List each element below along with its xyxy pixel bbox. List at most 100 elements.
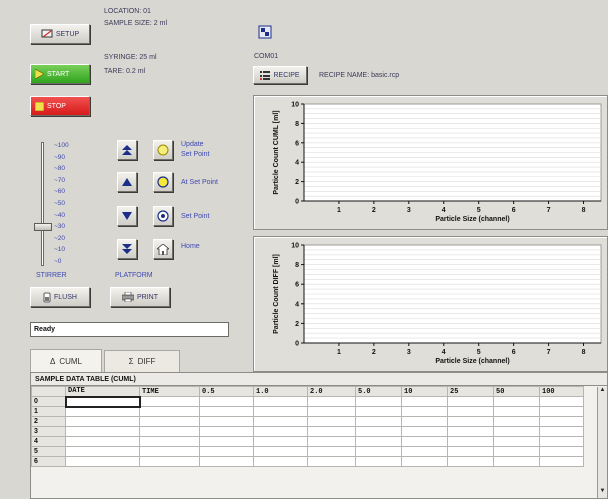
scroll-up-icon[interactable]: ▲ (598, 387, 607, 397)
fast-down-button[interactable] (117, 239, 137, 259)
table-cell[interactable] (539, 446, 584, 457)
column-header[interactable]: 2.0 (307, 386, 356, 397)
column-header[interactable]: TIME (139, 386, 200, 397)
table-cell[interactable] (493, 406, 540, 417)
table-cell[interactable] (539, 396, 584, 407)
table-cell[interactable] (65, 406, 140, 417)
column-header[interactable]: 5.0 (355, 386, 402, 397)
table-cell[interactable] (65, 426, 140, 437)
table-cell[interactable] (401, 396, 448, 407)
table-cell[interactable] (65, 436, 140, 447)
table-cell[interactable] (139, 456, 200, 467)
table-cell[interactable] (139, 396, 200, 407)
table-cell[interactable] (199, 396, 254, 407)
table-cell[interactable] (253, 426, 308, 437)
table-cell[interactable] (307, 436, 356, 447)
table-row[interactable]: 4 (31, 436, 584, 447)
table-cell[interactable] (199, 416, 254, 427)
update-set-point-button[interactable] (153, 140, 173, 160)
table-cell[interactable] (447, 436, 494, 447)
recipe-button[interactable]: RECIPE (253, 66, 307, 84)
table-cell[interactable] (401, 416, 448, 427)
fast-up-button[interactable] (117, 140, 137, 160)
down-button[interactable] (117, 206, 137, 226)
table-row[interactable]: 0 (31, 395, 584, 408)
table-cell[interactable] (493, 416, 540, 427)
column-header[interactable]: 100 (539, 386, 584, 397)
flush-button[interactable]: FLUSH (30, 287, 90, 307)
table-row[interactable]: 2 (31, 416, 584, 427)
table-cell[interactable] (199, 436, 254, 447)
table-cell[interactable] (253, 406, 308, 417)
table-cell[interactable] (199, 456, 254, 467)
table-cell[interactable] (65, 446, 140, 457)
table-cell[interactable] (253, 396, 308, 407)
table-cell[interactable] (199, 406, 254, 417)
table-cell[interactable] (253, 416, 308, 427)
stirrer-slider[interactable]: ~100 ~90 ~80 ~70 ~60 ~50 ~40 ~30 ~20 ~10 ~0 (32, 140, 82, 270)
table-cell[interactable] (447, 426, 494, 437)
table-cell[interactable] (199, 446, 254, 457)
table-cell[interactable] (493, 456, 540, 467)
table-cell[interactable] (447, 396, 494, 407)
column-header[interactable]: 1.0 (253, 386, 308, 397)
table-cell[interactable] (447, 406, 494, 417)
scroll-down-icon[interactable]: ▼ (598, 488, 607, 498)
column-header[interactable]: 50 (493, 386, 540, 397)
table-cell[interactable] (539, 456, 584, 467)
table-cell[interactable] (355, 456, 402, 467)
table-cell[interactable] (447, 446, 494, 457)
table-cell[interactable] (539, 426, 584, 437)
table-cell[interactable] (199, 426, 254, 437)
print-button[interactable]: PRINT (110, 287, 170, 307)
table-scrollbar[interactable]: ▲ ▼ (597, 387, 607, 498)
table-cell[interactable] (355, 416, 402, 427)
table-cell[interactable] (539, 406, 584, 417)
tab-cuml[interactable]: Δ CUML (30, 349, 102, 373)
tab-diff[interactable]: Σ DIFF (104, 350, 180, 372)
table-cell[interactable] (539, 416, 584, 427)
table-row[interactable]: 3 (31, 426, 584, 437)
stirrer-thumb[interactable] (34, 223, 52, 232)
table-cell[interactable] (493, 396, 540, 407)
table-cell[interactable] (253, 436, 308, 447)
table-cell[interactable] (307, 426, 356, 437)
data-grid[interactable]: DATE TIME 0.5 1.0 2.0 5.0 10 25 50 100 0… (31, 386, 584, 467)
stop-button[interactable]: STOP (30, 96, 90, 116)
table-cell[interactable] (493, 426, 540, 437)
table-cell[interactable] (64, 395, 141, 408)
table-cell[interactable] (253, 456, 308, 467)
table-cell[interactable] (65, 456, 140, 467)
table-cell[interactable] (355, 426, 402, 437)
column-header[interactable]: 0.5 (199, 386, 254, 397)
table-cell[interactable] (253, 446, 308, 457)
table-cell[interactable] (355, 406, 402, 417)
table-cell[interactable] (447, 456, 494, 467)
column-header[interactable]: 10 (401, 386, 448, 397)
table-cell[interactable] (307, 396, 356, 407)
table-row[interactable]: 5 (31, 446, 584, 457)
table-cell[interactable] (307, 406, 356, 417)
at-set-point-button[interactable] (153, 172, 173, 192)
set-point-button[interactable] (153, 206, 173, 226)
table-cell[interactable] (139, 446, 200, 457)
table-cell[interactable] (493, 446, 540, 457)
up-button[interactable] (117, 172, 137, 192)
table-cell[interactable] (355, 446, 402, 457)
table-cell[interactable] (401, 426, 448, 437)
table-cell[interactable] (401, 406, 448, 417)
table-cell[interactable] (401, 436, 448, 447)
table-cell[interactable] (139, 426, 200, 437)
table-cell[interactable] (139, 416, 200, 427)
table-row[interactable]: 1 (31, 406, 584, 417)
table-cell[interactable] (355, 396, 402, 407)
table-cell[interactable] (307, 456, 356, 467)
table-row[interactable]: 6 (31, 456, 584, 467)
table-cell[interactable] (539, 436, 584, 447)
column-header[interactable]: DATE (65, 386, 140, 397)
table-cell[interactable] (307, 446, 356, 457)
table-cell[interactable] (355, 436, 402, 447)
setup-button[interactable]: SETUP (30, 24, 90, 44)
table-cell[interactable] (65, 416, 140, 427)
column-header[interactable]: 25 (447, 386, 494, 397)
